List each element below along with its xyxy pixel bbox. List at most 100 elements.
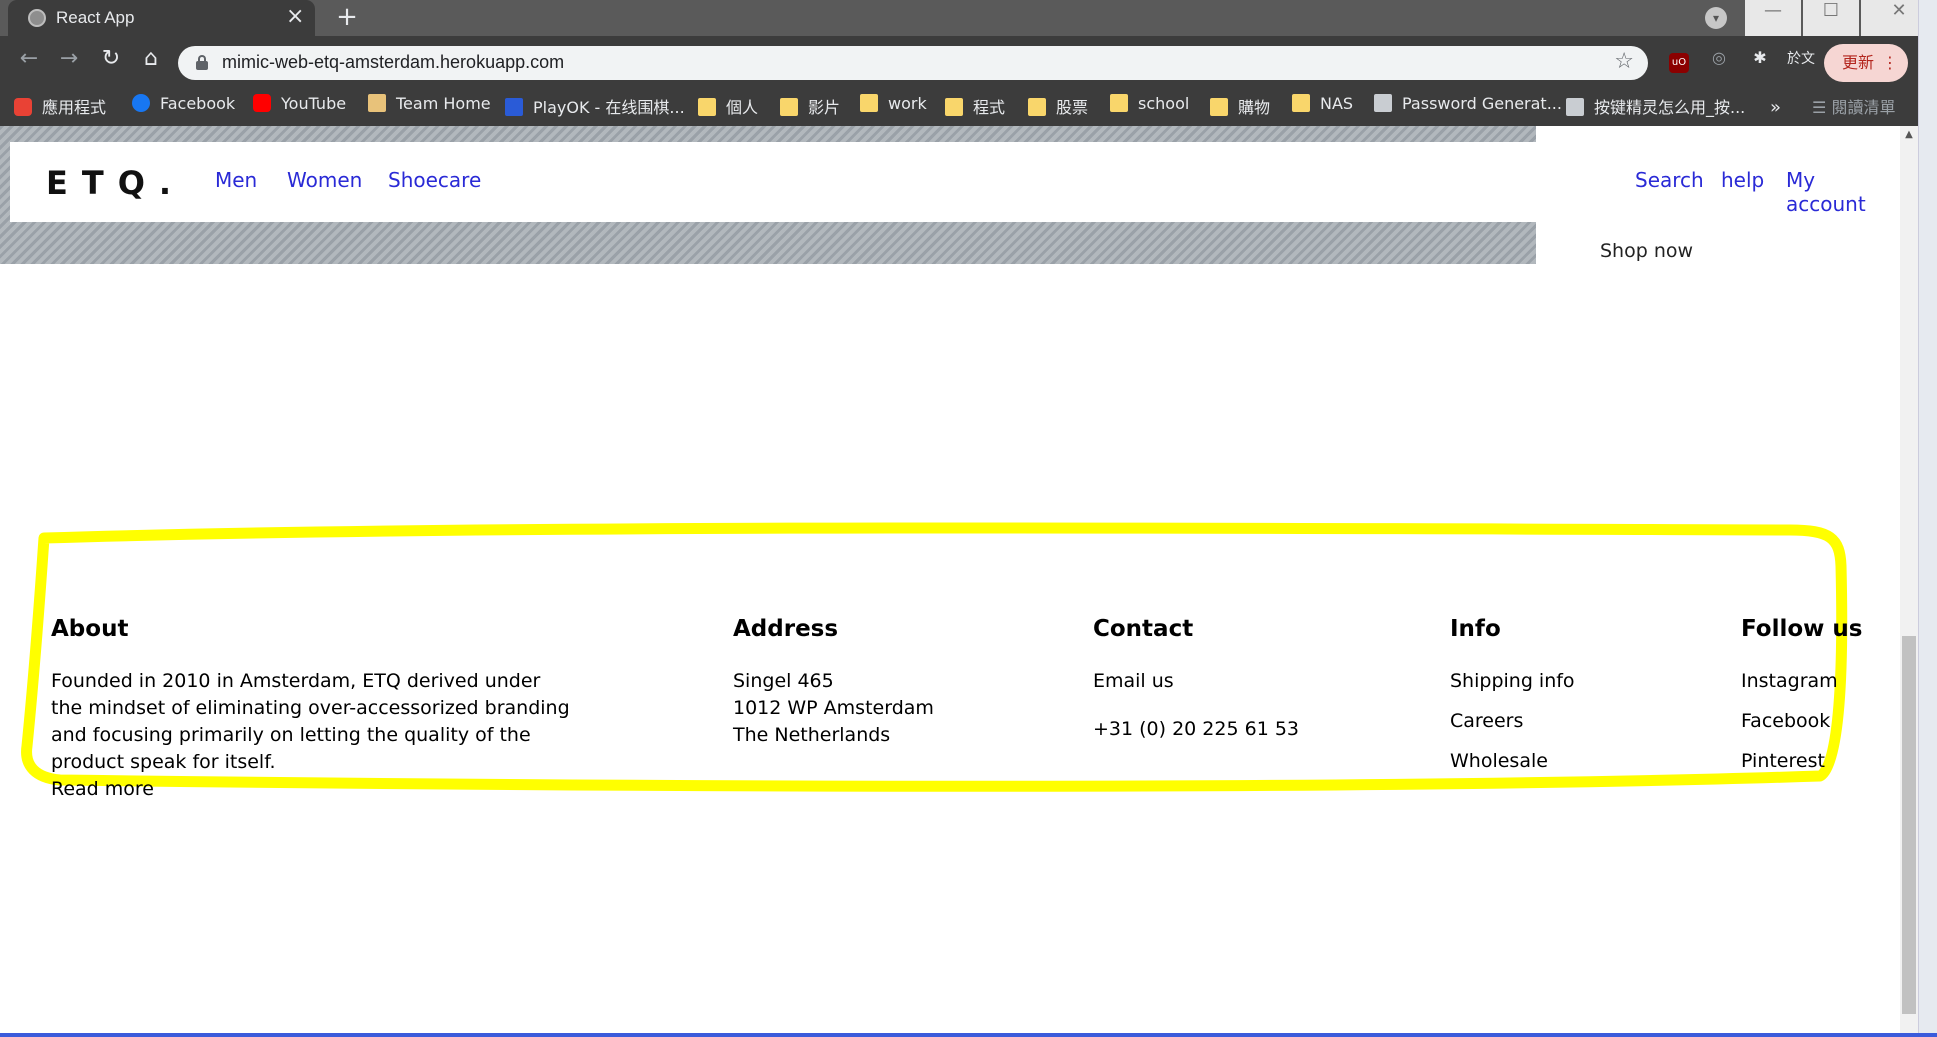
bookmark-item[interactable]: 購物 <box>1210 94 1270 122</box>
bookmark-label: Team Home <box>396 94 491 113</box>
info-heading: Info <box>1450 616 1501 642</box>
tab-strip: React App × + ▾ — ☐ ✕ <box>0 0 1937 36</box>
read-more-link[interactable]: Read more <box>51 776 571 803</box>
bookmark-label: 應用程式 <box>42 98 107 117</box>
star-icon[interactable]: ☆ <box>1614 49 1634 74</box>
more-menu-icon: ⋮ <box>1882 53 1898 72</box>
bookmark-item[interactable]: work <box>860 94 927 122</box>
bookmark-label: Facebook <box>160 94 236 113</box>
bookmark-item[interactable]: PlayOK - 在线围棋... <box>505 94 685 122</box>
reading-list-button[interactable]: ☰ 閱讀清單 <box>1812 94 1895 122</box>
bookmark-item[interactable]: 股票 <box>1028 94 1088 122</box>
translate-extension-icon[interactable]: 於文 <box>1786 48 1816 78</box>
page-icon <box>1566 98 1584 116</box>
search-link[interactable]: Search <box>1635 168 1704 192</box>
tab-title: React App <box>56 8 135 27</box>
bookmark-label: Password Generat... <box>1402 94 1562 113</box>
forward-arrow-icon[interactable]: → <box>52 46 86 80</box>
apps-grid-icon <box>14 98 32 116</box>
phone-link[interactable]: +31 (0) 20 225 61 53 <box>1093 716 1373 743</box>
url-text[interactable]: mimic-web-etq-amsterdam.herokuapp.com <box>222 52 564 73</box>
folder-icon <box>945 98 963 116</box>
taskbar-edge <box>0 1033 1937 1037</box>
bookmark-label: school <box>1138 94 1190 113</box>
footer-contact: Contact Email us +31 (0) 20 225 61 53 <box>1093 616 1373 764</box>
folder-icon <box>1110 94 1128 112</box>
update-label: 更新 <box>1842 53 1875 72</box>
lock-icon[interactable] <box>196 55 208 71</box>
ublock-extension-icon[interactable]: uO <box>1664 48 1694 78</box>
minimize-button[interactable]: — <box>1745 0 1801 36</box>
reading-list-label: 閱讀清單 <box>1831 98 1896 117</box>
back-arrow-icon[interactable]: ← <box>12 46 46 80</box>
bookmark-item[interactable]: 應用程式 <box>14 94 106 122</box>
nav-women-link[interactable]: Women <box>287 168 362 192</box>
page-viewport: ETQ. Men Women Shoecare Search help My a… <box>0 126 1900 1033</box>
bookmark-item[interactable]: Password Generat... <box>1374 94 1562 122</box>
bookmark-label: 影片 <box>808 98 841 117</box>
bookmark-label: YouTube <box>281 94 347 113</box>
bookmark-label: 按键精灵怎么用_按... <box>1594 98 1746 117</box>
bookmark-item[interactable]: 個人 <box>698 94 758 122</box>
bookmark-item[interactable]: Team Home <box>368 94 491 122</box>
scrollbar-thumb[interactable] <box>1902 636 1916 1014</box>
bookmark-label: PlayOK - 在线围棋... <box>533 98 685 117</box>
maximize-button[interactable]: ☐ <box>1803 0 1859 36</box>
contact-heading: Contact <box>1093 616 1194 642</box>
home-icon[interactable]: ⌂ <box>134 46 168 80</box>
bookmark-label: 股票 <box>1056 98 1089 117</box>
extensions-puzzle-icon[interactable]: ✱ <box>1745 48 1775 78</box>
bookmark-item[interactable]: 按键精灵怎么用_按... <box>1566 94 1745 122</box>
bookmark-label: NAS <box>1320 94 1354 113</box>
careers-link[interactable]: Careers <box>1450 708 1650 735</box>
folder-icon <box>860 94 878 112</box>
about-text: Founded in 2010 in Amsterdam, ETQ derive… <box>51 670 570 773</box>
folder-icon <box>780 98 798 116</box>
new-tab-button[interactable]: + <box>332 2 362 32</box>
bookmark-label: 程式 <box>973 98 1006 117</box>
site-header: ETQ. Men Women Shoecare <box>10 142 1536 222</box>
bookmark-item[interactable]: 程式 <box>945 94 1005 122</box>
update-button[interactable]: 更新 ⋮ <box>1824 44 1908 82</box>
playok-icon <box>505 98 523 116</box>
folder-icon <box>1292 94 1310 112</box>
footer-about: About Founded in 2010 in Amsterdam, ETQ … <box>51 616 571 803</box>
bookmark-item[interactable]: Facebook <box>132 94 235 122</box>
folder-icon <box>1028 98 1046 116</box>
footer-follow-us: Follow us Instagram Facebook Pinterest <box>1741 616 1881 788</box>
bookmark-item[interactable]: 影片 <box>780 94 840 122</box>
tab-search-icon[interactable]: ▾ <box>1705 7 1727 29</box>
address-line: The Netherlands <box>733 724 891 746</box>
facebook-link[interactable]: Facebook <box>1741 708 1881 735</box>
shipping-info-link[interactable]: Shipping info <box>1450 668 1650 695</box>
more-bookmarks-icon[interactable]: » <box>1770 94 1781 122</box>
facebook-icon <box>132 94 150 112</box>
email-us-link[interactable]: Email us <box>1093 668 1373 695</box>
folder-icon <box>698 98 716 116</box>
scroll-up-arrow-icon[interactable]: ▲ <box>1900 126 1918 144</box>
folder-icon <box>1210 98 1228 116</box>
reader-extension-icon[interactable]: ◎ <box>1704 48 1734 78</box>
side-panel-edge <box>1918 0 1937 1037</box>
reload-icon[interactable]: ↻ <box>94 46 128 80</box>
page-icon <box>1374 94 1392 112</box>
team-home-icon <box>368 94 386 112</box>
address-bar[interactable]: mimic-web-etq-amsterdam.herokuapp.com ☆ <box>178 46 1648 80</box>
close-tab-icon[interactable]: × <box>286 4 304 29</box>
shop-now-link[interactable]: Shop now <box>1600 240 1693 262</box>
bookmark-item[interactable]: school <box>1110 94 1189 122</box>
nav-shoecare-link[interactable]: Shoecare <box>388 168 481 192</box>
etq-logo[interactable]: ETQ. <box>46 164 185 202</box>
bookmark-item[interactable]: NAS <box>1292 94 1353 122</box>
address-heading: Address <box>733 616 839 642</box>
bookmark-item[interactable]: YouTube <box>253 94 346 122</box>
browser-tab[interactable]: React App × <box>8 0 315 36</box>
browser-toolbar: ← → ↻ ⌂ mimic-web-etq-amsterdam.herokuap… <box>0 36 1937 90</box>
nav-men-link[interactable]: Men <box>215 168 257 192</box>
pinterest-link[interactable]: Pinterest <box>1741 748 1881 775</box>
globe-icon <box>28 9 46 27</box>
wholesale-link[interactable]: Wholesale <box>1450 748 1650 775</box>
help-link[interactable]: help <box>1721 168 1764 192</box>
instagram-link[interactable]: Instagram <box>1741 668 1881 695</box>
my-account-link[interactable]: My account <box>1786 168 1900 216</box>
